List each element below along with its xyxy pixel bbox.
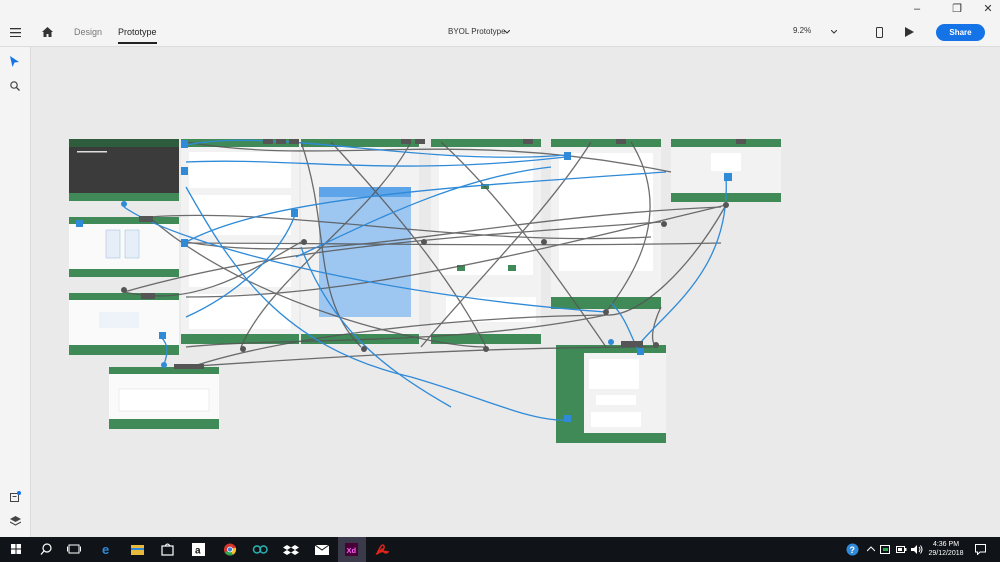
windows-start-icon[interactable] xyxy=(2,537,30,562)
chevron-down-icon[interactable] xyxy=(504,30,510,34)
artboard-product[interactable] xyxy=(431,139,541,344)
artboard-plans[interactable] xyxy=(69,293,179,355)
store-icon[interactable] xyxy=(153,537,181,562)
acrobat-icon[interactable] xyxy=(368,537,396,562)
play-preview-icon[interactable] xyxy=(905,27,914,37)
system-clock[interactable]: 4:36 PM 29/12/2018 xyxy=(926,540,966,558)
assets-panel-icon[interactable] xyxy=(10,491,21,502)
artboard-catalogue[interactable] xyxy=(301,139,419,344)
app-toolbar: Design Prototype BYOL Prototype 9.2% Sha… xyxy=(0,20,1000,47)
window-titlebar: – ❐ ✕ xyxy=(0,0,1000,20)
artboard-confirm[interactable] xyxy=(109,367,219,429)
artboard-home[interactable] xyxy=(69,139,179,201)
adobe-xd-icon[interactable]: Xd xyxy=(338,537,366,562)
home-icon[interactable] xyxy=(42,27,53,37)
search-icon[interactable] xyxy=(32,537,60,562)
minimize-button[interactable]: – xyxy=(908,2,926,16)
zoom-level[interactable]: 9.2% xyxy=(793,26,811,35)
restore-button[interactable]: ❐ xyxy=(948,2,966,16)
artboard-orders[interactable] xyxy=(556,345,666,443)
document-title[interactable]: BYOL Prototype xyxy=(448,27,506,36)
svg-text:?: ? xyxy=(850,545,856,555)
tray-app-icon[interactable] xyxy=(880,544,891,555)
tab-prototype[interactable]: Prototype xyxy=(118,27,157,44)
prototype-canvas[interactable] xyxy=(31,47,1000,537)
windows-taskbar: e a Xd ? 4:36 PM 29/12/2018 xyxy=(0,537,1000,562)
canvas-artwork xyxy=(69,139,781,443)
clock-time: 4:36 PM xyxy=(932,541,960,548)
layers-panel-icon[interactable] xyxy=(10,516,21,526)
help-icon[interactable]: ? xyxy=(846,543,859,556)
svg-text:Xd: Xd xyxy=(347,546,357,555)
chevron-up-icon[interactable] xyxy=(867,546,875,552)
svg-text:a: a xyxy=(195,546,201,557)
artboard-signup[interactable] xyxy=(69,217,179,277)
tab-design[interactable]: Design xyxy=(74,27,102,37)
search-icon[interactable] xyxy=(10,81,20,91)
file-explorer-icon[interactable] xyxy=(123,537,151,562)
notifications-icon[interactable] xyxy=(975,544,986,555)
arduino-icon[interactable] xyxy=(246,537,274,562)
edge-icon[interactable]: e xyxy=(93,537,121,562)
clock-date: 29/12/2018 xyxy=(928,550,964,557)
volume-icon[interactable] xyxy=(911,544,923,555)
close-button[interactable]: ✕ xyxy=(979,2,997,16)
zoom-chevron-down-icon[interactable] xyxy=(831,30,837,34)
battery-icon[interactable] xyxy=(896,545,907,554)
amazon-icon[interactable]: a xyxy=(185,537,213,562)
task-view-icon[interactable] xyxy=(60,537,88,562)
dropbox-icon[interactable] xyxy=(277,537,305,562)
device-preview-icon[interactable] xyxy=(876,27,883,38)
chrome-icon[interactable] xyxy=(216,537,244,562)
svg-text:e: e xyxy=(102,542,109,557)
share-button[interactable]: Share xyxy=(936,24,985,41)
hamburger-menu-icon[interactable] xyxy=(10,28,21,37)
select-tool-icon[interactable] xyxy=(10,56,19,67)
mail-icon[interactable] xyxy=(308,537,336,562)
left-toolbar xyxy=(0,47,31,537)
